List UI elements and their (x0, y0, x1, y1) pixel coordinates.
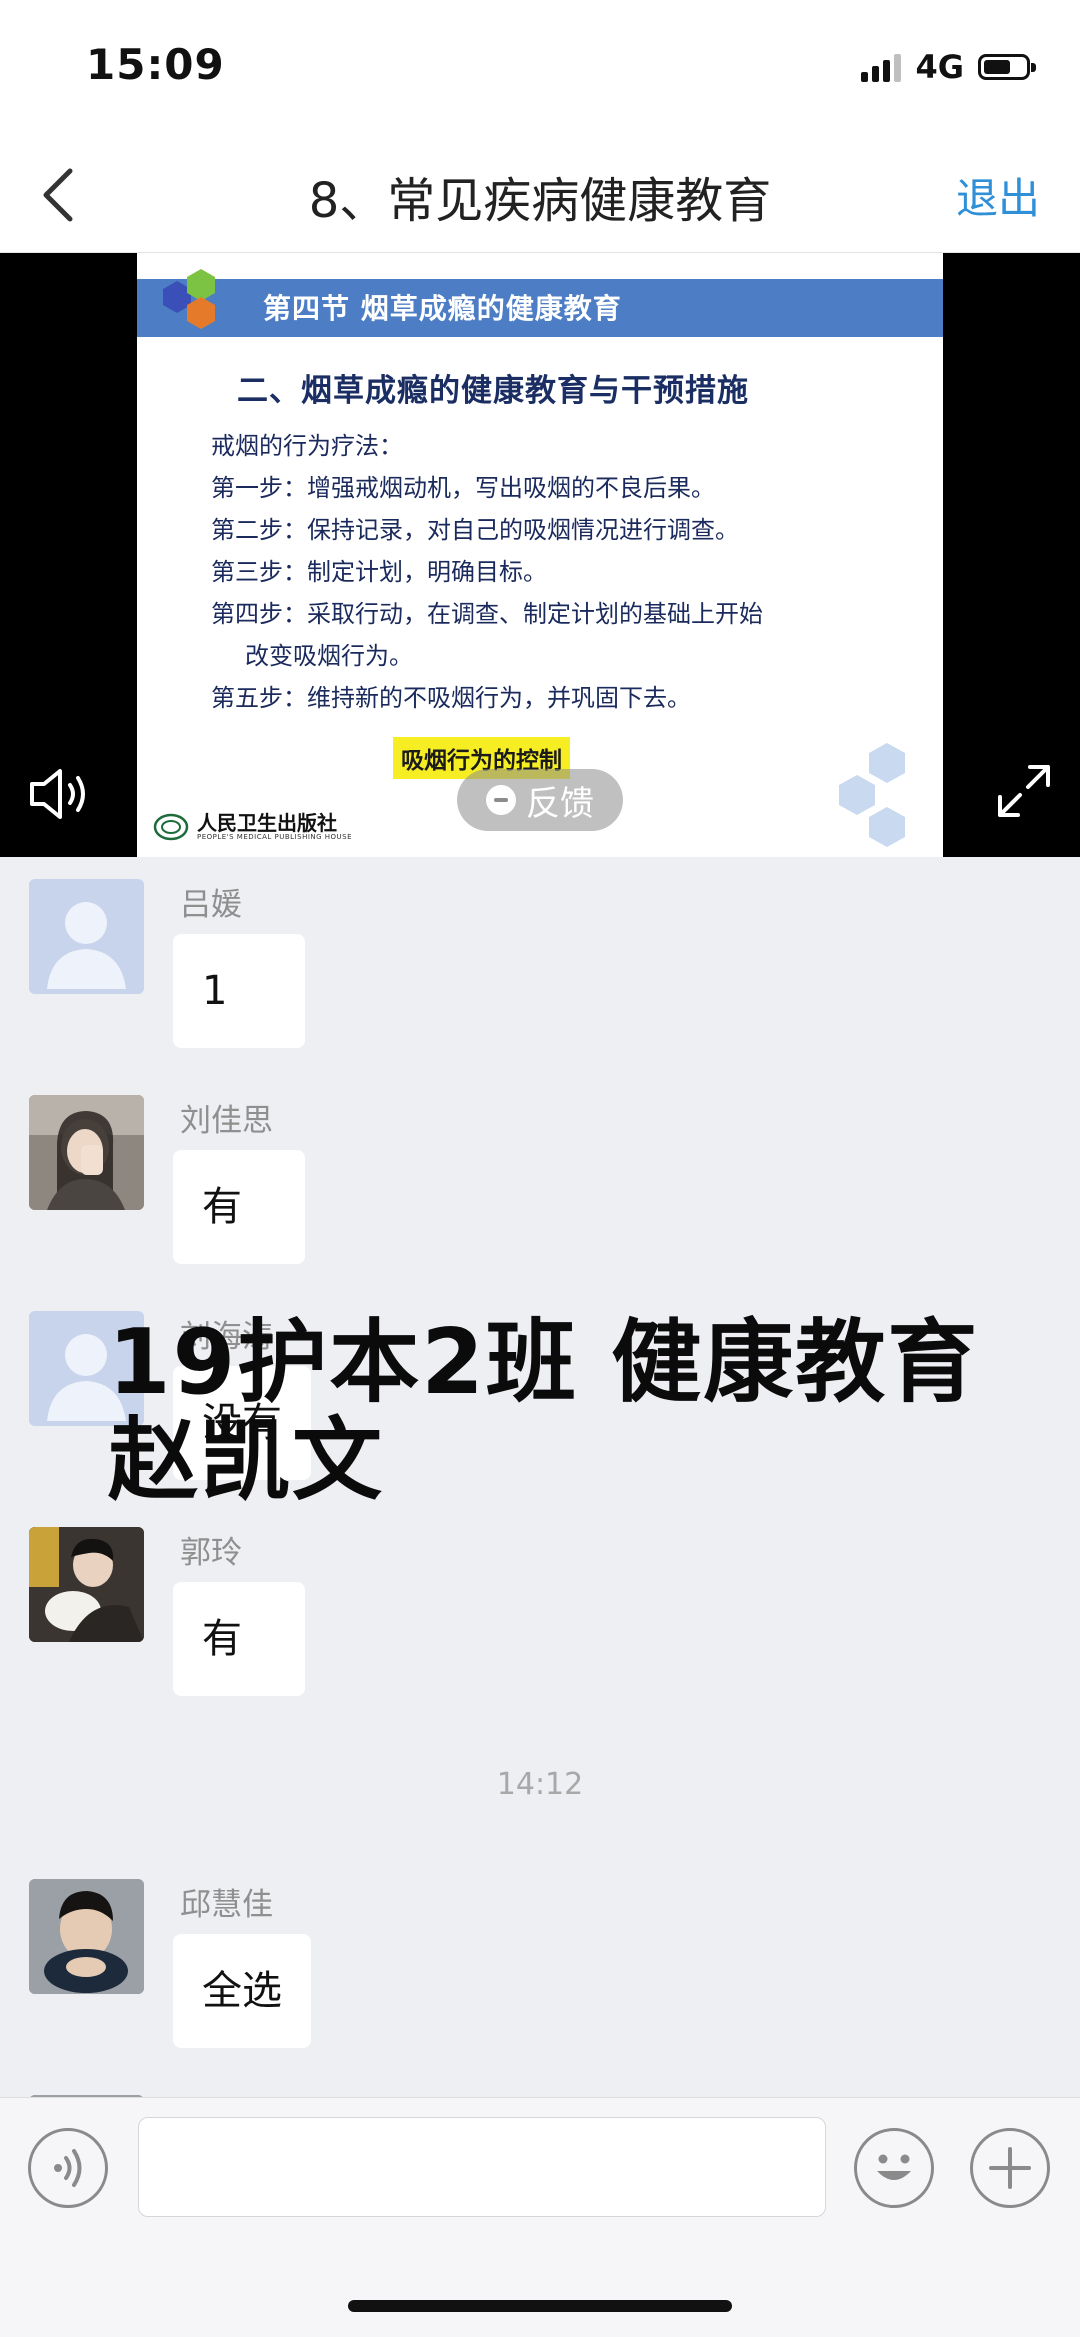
hexagon-decoration-icon (839, 743, 905, 847)
video-player[interactable]: 第四节 烟草成瘾的健康教育 二、烟草成瘾的健康教育与干预措施 戒烟的行为疗法： … (0, 253, 1080, 857)
slide-header: 第四节 烟草成瘾的健康教育 (137, 279, 943, 337)
sender-name: 吕媛 (180, 887, 242, 923)
battery-level (984, 60, 1010, 74)
publisher-emblem-icon (153, 813, 189, 841)
message-bubble[interactable]: 1 (173, 934, 305, 1048)
slide-line: 改变吸烟行为。 (245, 642, 413, 670)
overlay-caption-line: 赵凯文 (108, 1408, 384, 1513)
page-title: 8、常见疾病健康教育 (308, 173, 772, 229)
plus-icon (989, 2147, 1031, 2189)
message-input[interactable] (138, 2117, 826, 2217)
user-photo (29, 1879, 144, 1994)
feedback-icon (486, 785, 516, 815)
sender-name: 邱慧佳 (180, 1887, 273, 1923)
slide-line: 第三步：制定计划，明确目标。 (211, 558, 547, 586)
fullscreen-button[interactable] (994, 761, 1054, 825)
slide-line: 第二步：保持记录，对自己的吸烟情况进行调查。 (211, 516, 739, 544)
feedback-label: 反馈 (526, 783, 594, 824)
battery-icon (978, 54, 1036, 80)
home-indicator[interactable] (348, 2300, 732, 2312)
lecture-slide: 第四节 烟草成瘾的健康教育 二、烟草成瘾的健康教育与干预措施 戒烟的行为疗法： … (137, 253, 943, 857)
status-bar: 15:09 4G (0, 0, 1080, 135)
slide-subtitle: 二、烟草成瘾的健康教育与干预措施 (237, 373, 749, 409)
volume-button[interactable] (26, 763, 92, 829)
message-bubble[interactable]: 有 (173, 1150, 305, 1264)
publisher-name: 人民卫生出版社 (197, 811, 337, 835)
slide-line: 戒烟的行为疗法： (211, 432, 403, 460)
feedback-button[interactable]: 反馈 (457, 769, 623, 831)
avatar[interactable] (29, 1527, 144, 1642)
time-divider: 14:12 (496, 1767, 584, 1802)
slide-line: 第四步：采取行动，在调查、制定计划的基础上开始 (211, 600, 763, 628)
slide-line: 第一步：增强戒烟动机，写出吸烟的不良后果。 (211, 474, 715, 502)
publisher-logo: 人民卫生出版社 PEOPLE'S MEDICAL PUBLISHING HOUS… (153, 813, 352, 841)
signal-icon (861, 52, 902, 82)
hexagon-logo-icon (163, 269, 215, 329)
emoji-button[interactable] (854, 2128, 934, 2208)
message-bubble[interactable]: 有 (173, 1582, 305, 1696)
exit-button[interactable]: 退出 (956, 165, 1040, 226)
sender-name: 郭玲 (180, 1535, 242, 1571)
user-photo (29, 1095, 144, 1210)
avatar[interactable] (29, 1095, 144, 1210)
smiley-icon (877, 2154, 911, 2180)
voice-input-button[interactable] (28, 2128, 108, 2208)
default-avatar-icon (29, 879, 144, 994)
more-button[interactable] (970, 2128, 1050, 2208)
network-type: 4G (915, 48, 964, 86)
avatar[interactable] (29, 879, 144, 994)
user-photo (29, 1527, 144, 1642)
expand-icon (998, 765, 1050, 817)
avatar[interactable] (29, 1879, 144, 1994)
voice-icon (54, 2149, 82, 2187)
slide-body: 戒烟的行为疗法： 第一步：增强戒烟动机，写出吸烟的不良后果。 第二步：保持记录，… (211, 425, 931, 719)
overlay-caption-line: 19护本2班 健康教育 (108, 1310, 980, 1415)
nav-bar: 8、常见疾病健康教育 退出 (0, 135, 1080, 253)
message-bubble[interactable]: 全选 (173, 1934, 311, 2048)
slide-line: 第五步：维持新的不吸烟行为，并巩固下去。 (211, 684, 691, 712)
status-indicators: 4G (861, 48, 1036, 86)
slide-header-title: 第四节 烟草成瘾的健康教育 (263, 292, 622, 325)
sender-name: 刘佳思 (180, 1103, 273, 1139)
status-time: 15:09 (86, 40, 225, 89)
speaker-icon (30, 769, 85, 819)
publisher-english-name: PEOPLE'S MEDICAL PUBLISHING HOUSE (197, 833, 353, 841)
overlay-caption: 19护本2班 健康教育 赵凯文 (108, 1314, 979, 1510)
